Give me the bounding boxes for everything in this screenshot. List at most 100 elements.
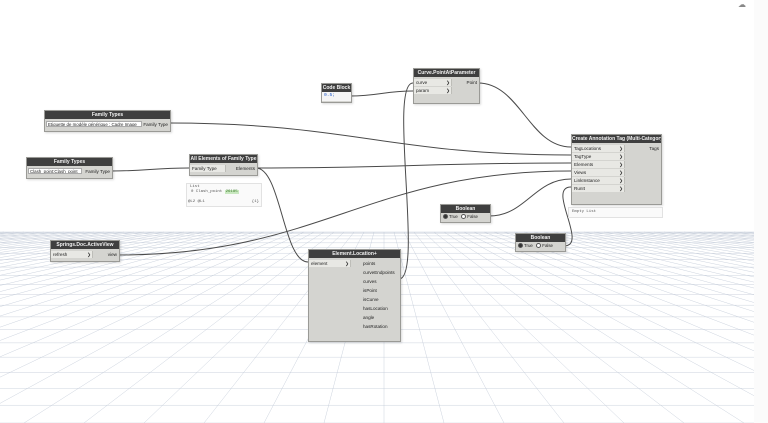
tags-output-port[interactable]: Tags xyxy=(641,145,661,152)
taglocations-input-port[interactable]: TagLocations ❯ xyxy=(572,145,625,152)
node-title: Curve.PointAtParameter xyxy=(414,69,479,77)
port-label: angle xyxy=(363,315,375,320)
family-types-node-1[interactable]: Family Types Etiquette de modèle génériq… xyxy=(44,110,171,132)
element-id-chip: 26185 xyxy=(224,190,239,194)
empty-list-text: Empty List xyxy=(572,210,597,214)
grid-line xyxy=(0,231,5,233)
refresh-input-port[interactable]: refresh ❯ xyxy=(51,251,93,258)
preview-footer-levels: @L2 @L1 xyxy=(188,200,205,204)
port-label: curveEndpoints xyxy=(363,270,395,275)
points-output-port[interactable]: points xyxy=(363,260,399,267)
grid-line xyxy=(473,231,768,358)
port-label: Elements xyxy=(235,166,255,171)
grid-line xyxy=(0,231,295,358)
grid-line xyxy=(633,231,768,253)
node-title: All Elements of Family Type xyxy=(190,155,257,163)
graph-canvas[interactable]: Family Types Etiquette de modèle génériq… xyxy=(0,0,768,423)
port-label: param xyxy=(416,88,430,93)
port-label: Family Type xyxy=(143,122,168,127)
preview-footer-count: {1} xyxy=(251,200,259,204)
grid-line xyxy=(623,231,768,256)
port-label: Family Type xyxy=(85,169,110,174)
grid-line xyxy=(533,231,768,292)
port-label: TagType xyxy=(574,154,592,159)
family-type-dropdown[interactable]: Clash_point:Clash_point xyxy=(28,168,82,174)
create-annotation-tag-node[interactable]: Create Annotation Tag (Multi-Category) T… xyxy=(571,134,662,205)
active-view-node[interactable]: Springs.Doc.ActiveView refresh ❯ view xyxy=(50,240,120,262)
port-label: curves xyxy=(363,279,377,284)
node-title: Create Annotation Tag (Multi-Category) xyxy=(572,135,661,143)
grid-line xyxy=(643,231,768,251)
port-label: RunIt xyxy=(574,186,585,191)
port-label: hasLocation xyxy=(363,306,388,311)
curveendpoints-output-port[interactable]: curveEndpoints xyxy=(363,269,399,276)
preview-header: List xyxy=(190,185,200,189)
grid-line xyxy=(0,231,55,239)
true-radio[interactable]: True xyxy=(443,214,458,220)
view-output-port[interactable]: view xyxy=(99,251,119,258)
param-input-port[interactable]: param ❯ xyxy=(414,87,452,94)
grid-line xyxy=(513,231,768,307)
cloud-sync-icon[interactable]: ☁ xyxy=(738,0,746,9)
all-elements-preview: List 0 Clash_point 26185 @L2 @L1 {1} xyxy=(186,183,262,207)
elements-input-port[interactable]: Elements ❯ xyxy=(572,161,625,168)
family-type-dropdown[interactable]: Etiquette de modèle générique : Cadre Im… xyxy=(46,121,142,127)
grid-line xyxy=(0,231,15,234)
element-location-node[interactable]: Element.Location+ element ❯ points curveE… xyxy=(308,249,401,342)
port-label: hasRotation xyxy=(363,324,388,329)
port-label: Point xyxy=(466,80,477,85)
preview-row: 0 Clash_point 26185 xyxy=(191,190,239,194)
linkinstance-input-port[interactable]: LinkInstance ❯ xyxy=(572,177,625,184)
node-title: Code Block xyxy=(322,84,351,92)
boolean-node-1[interactable]: Boolean True False xyxy=(440,204,491,223)
port-label: view xyxy=(107,252,117,257)
views-input-port[interactable]: Views ❯ xyxy=(572,169,625,176)
point-output-port[interactable]: Point xyxy=(453,79,479,86)
grid-line xyxy=(0,231,25,235)
iscurve-output-port[interactable]: isCurve xyxy=(363,296,399,303)
port-label: refresh xyxy=(53,252,68,257)
node-title: Boolean xyxy=(516,234,565,242)
grid-line xyxy=(553,231,768,281)
grid-line xyxy=(0,231,285,341)
create-tag-preview: Empty List xyxy=(568,207,663,218)
boolean-node-2[interactable]: Boolean True False xyxy=(515,233,566,252)
tagtype-input-port[interactable]: TagType ❯ xyxy=(572,153,625,160)
grid-line xyxy=(573,231,768,272)
port-label: isPoint xyxy=(363,288,377,293)
grid-line xyxy=(0,231,275,328)
true-radio[interactable]: True xyxy=(518,243,533,249)
false-radio[interactable]: False xyxy=(461,214,478,220)
port-label: LinkInstance xyxy=(574,178,600,183)
grid-line xyxy=(503,231,768,317)
all-elements-node[interactable]: All Elements of Family Type Family Type … xyxy=(189,154,258,176)
port-label: Elements xyxy=(574,162,594,167)
haslocation-output-port[interactable]: hasLocation xyxy=(363,305,399,312)
grid-line xyxy=(0,231,255,307)
family-type-output-port[interactable]: Family Type xyxy=(83,168,112,175)
grid-line xyxy=(493,231,768,328)
code-text[interactable]: 0.5; xyxy=(324,93,335,98)
curves-output-port[interactable]: curves xyxy=(363,278,399,285)
runit-input-port[interactable]: RunIt ❯ xyxy=(572,185,625,192)
ispoint-output-port[interactable]: isPoint xyxy=(363,287,399,294)
elements-output-port[interactable]: Elements xyxy=(227,165,257,172)
false-radio[interactable]: False xyxy=(536,243,553,249)
hasrotation-output-port[interactable]: hasRotation xyxy=(363,323,399,330)
scrollbar[interactable] xyxy=(754,0,768,423)
family-type-output-port[interactable]: Family Type xyxy=(142,121,170,128)
family-type-input-port[interactable]: Family Type xyxy=(190,165,226,172)
port-label: isCurve xyxy=(363,297,379,302)
code-block-node[interactable]: Code Block 0.5; xyxy=(321,83,352,103)
port-label: curve xyxy=(416,80,428,85)
node-title: Springs.Doc.ActiveView xyxy=(51,241,119,249)
curve-input-port[interactable]: curve ❯ xyxy=(414,79,452,86)
port-label: TagLocations xyxy=(574,146,602,151)
element-input-port[interactable]: element ❯ xyxy=(309,260,351,267)
grid-line xyxy=(483,231,768,341)
port-label: points xyxy=(363,261,376,266)
family-types-node-2[interactable]: Family Types Clash_point:Clash_point Fam… xyxy=(26,157,113,179)
node-title: Boolean xyxy=(441,205,490,213)
curve-point-node[interactable]: Curve.PointAtParameter curve ❯ param ❯ Poi… xyxy=(413,68,480,104)
angle-output-port[interactable]: angle xyxy=(363,314,399,321)
